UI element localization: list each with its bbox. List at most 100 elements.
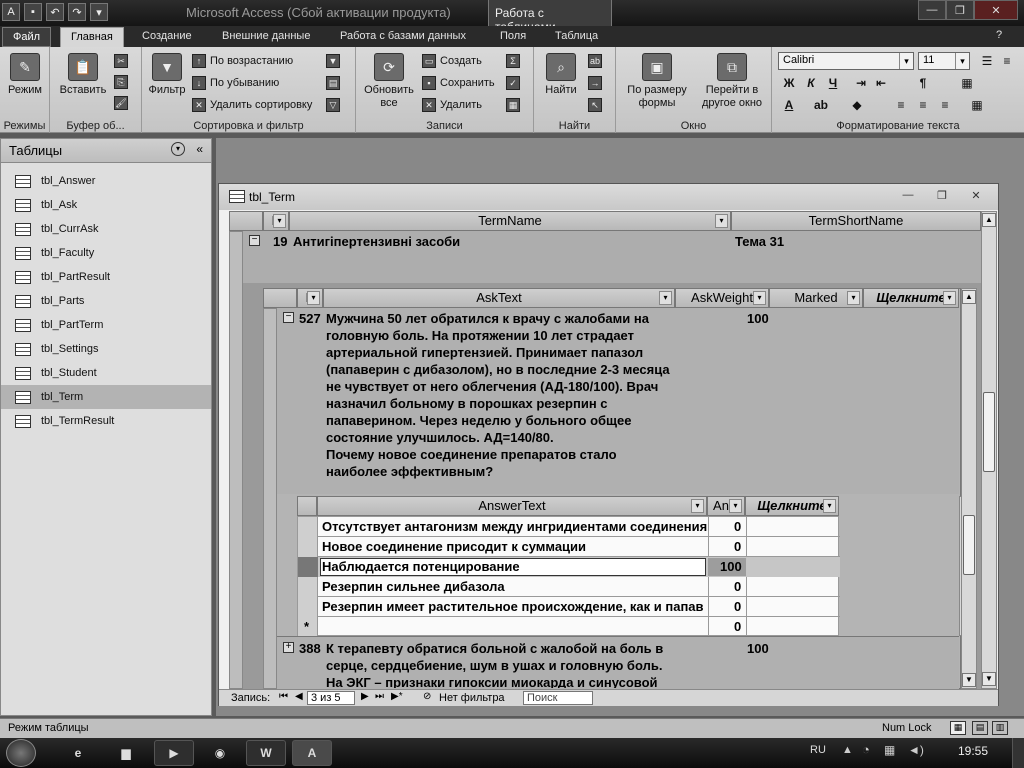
ie-icon[interactable]: e <box>58 740 98 766</box>
nav-item-tbl-partterm[interactable]: tbl_PartTerm <box>1 313 211 337</box>
sort-ascending-button[interactable]: ↑ По возрастанию <box>192 52 293 70</box>
new-record-value[interactable]: 0 <box>734 618 741 635</box>
italic-button[interactable]: К <box>802 74 820 92</box>
answer-value[interactable]: 0 <box>734 578 741 595</box>
new-record-button[interactable]: ▭ Создать <box>422 52 482 70</box>
select-all-corner[interactable] <box>229 211 263 231</box>
help-icon[interactable]: ? <box>990 27 1008 47</box>
term-short-name[interactable]: Тема 31 <box>735 233 784 250</box>
new-record-nav-icon[interactable]: ▶* <box>391 691 403 702</box>
font-color-icon[interactable]: A <box>780 96 798 114</box>
scroll-down-icon[interactable]: ▼ <box>962 673 976 687</box>
cut-button[interactable]: ✂ <box>114 52 128 70</box>
answer-value[interactable]: 0 <box>734 538 741 555</box>
sort-descending-button[interactable]: ↓ По убыванию <box>192 74 279 92</box>
search-input[interactable]: Поиск <box>523 691 593 705</box>
collapse-pane-icon[interactable]: « <box>196 142 203 156</box>
nav-item-tbl-parts[interactable]: tbl_Parts <box>1 289 211 313</box>
header-term-short-name[interactable]: TermShortName <box>731 211 981 231</box>
scroll-thumb[interactable] <box>983 392 995 472</box>
refresh-all-button[interactable]: ⟳ Обновить все <box>362 53 416 110</box>
tab-fields[interactable]: Поля <box>490 27 536 47</box>
tab-create[interactable]: Создание <box>132 27 202 47</box>
chevron-down-icon[interactable]: ▾ <box>171 142 185 156</box>
filter-button[interactable]: ▼ Фильтр <box>146 53 188 97</box>
ask-weight[interactable]: 100 <box>747 310 769 327</box>
filter-status[interactable]: Нет фильтра <box>439 692 505 704</box>
tray-clock-icon[interactable]: ◔ <box>862 742 870 757</box>
save-record-button[interactable]: ▪ Сохранить <box>422 74 495 92</box>
doc-close-icon[interactable]: ✕ <box>967 189 985 203</box>
access-taskbar-icon[interactable]: A <box>292 740 332 766</box>
paste-button[interactable]: 📋 Вставить <box>58 53 108 97</box>
header-answer-click[interactable]: Щелкните ▾ <box>745 496 839 516</box>
header-answer-an[interactable]: An ▾ <box>707 496 745 516</box>
nav-item-tbl-currask[interactable]: tbl_CurrAsk <box>1 217 211 241</box>
last-record-icon[interactable]: ⏭ <box>375 691 384 702</box>
nav-item-tbl-partresult[interactable]: tbl_PartResult <box>1 265 211 289</box>
minimize-icon[interactable]: — <box>918 0 946 20</box>
camera-icon[interactable]: ◉ <box>200 740 240 766</box>
collapse-minus-icon[interactable]: − <box>283 312 294 323</box>
fill-color-icon[interactable]: ◆ <box>848 96 866 114</box>
tray-expand-icon[interactable]: ▲ <box>842 744 853 756</box>
doc-minimize-icon[interactable]: — <box>899 189 917 203</box>
format-painter-button[interactable]: 🖌 <box>114 94 128 112</box>
switch-windows-button[interactable]: ⧉ Перейти в другое окно <box>696 53 768 110</box>
remove-sort-button[interactable]: ✕ Удалить сортировку <box>192 96 312 114</box>
header-answer-text[interactable]: AnswerText ▾ <box>317 496 707 516</box>
totals-button[interactable]: Σ <box>506 52 520 70</box>
nav-item-tbl-answer[interactable]: tbl_Answer <box>1 169 211 193</box>
highlight-icon[interactable]: ab <box>812 96 830 114</box>
replace-button[interactable]: ab <box>588 52 602 70</box>
ask-row-selector[interactable] <box>263 308 277 689</box>
align-center-icon[interactable]: ≡ <box>914 96 932 114</box>
scroll-up-icon[interactable]: ▲ <box>982 213 996 227</box>
font-name-combo[interactable]: Calibri ▾ <box>778 52 914 70</box>
answer-select-all[interactable] <box>297 496 317 516</box>
nav-item-tbl-termresult[interactable]: tbl_TermResult <box>1 409 211 433</box>
expand-plus-icon[interactable]: + <box>283 642 294 653</box>
fit-to-form-button[interactable]: ▣ По размеру формы <box>620 53 694 110</box>
nav-item-tbl-ask[interactable]: tbl_Ask <box>1 193 211 217</box>
delete-record-button[interactable]: ✕ Удалить <box>422 96 482 114</box>
clock-time[interactable]: 19:55 <box>958 744 988 758</box>
term-row-selector[interactable] <box>229 231 243 689</box>
pivot-chart-view-icon[interactable]: ▥ <box>992 721 1008 735</box>
answer-text[interactable]: Наблюдается потенцирование <box>322 558 520 575</box>
nav-pane-header[interactable]: Таблицы ▾ « <box>1 139 211 163</box>
record-position-input[interactable]: 3 из 5 <box>307 691 355 705</box>
close-icon[interactable]: ✕ <box>974 0 1018 20</box>
datasheet-view-icon[interactable]: ▦ <box>950 721 966 735</box>
select-button[interactable]: ↖ <box>588 96 602 114</box>
pivot-table-view-icon[interactable]: ▤ <box>972 721 988 735</box>
numbering-icon[interactable]: ≡ <box>998 52 1016 70</box>
underline-button[interactable]: Ч <box>824 74 842 92</box>
ask-text-cell[interactable]: К терапевту обратися больной с жалобой н… <box>326 640 676 688</box>
header-ask-weight[interactable]: AskWeight ▾ <box>675 288 769 308</box>
answer-value[interactable]: 0 <box>734 518 741 535</box>
explorer-folder-icon[interactable]: ▆ <box>106 740 146 766</box>
volume-icon[interactable]: ◄) <box>908 743 924 757</box>
answer-text[interactable]: Отсутствует антагонизм между ингридиента… <box>322 518 707 535</box>
gridlines-icon[interactable]: ▦ <box>958 74 976 92</box>
access-logo-icon[interactable]: A <box>2 3 20 21</box>
nav-item-tbl-term[interactable]: tbl_Term <box>1 385 211 409</box>
view-button[interactable]: ✎ Режим <box>6 53 44 97</box>
first-record-icon[interactable]: ⏮ <box>279 691 288 702</box>
bold-button[interactable]: Ж <box>780 74 798 92</box>
tab-home[interactable]: Главная <box>60 27 124 47</box>
header-ask-text[interactable]: AskText ▾ <box>323 288 675 308</box>
tab-table[interactable]: Таблица <box>545 27 608 47</box>
spelling-button[interactable]: ✓ <box>506 74 520 92</box>
indent-decrease-icon[interactable]: ⇤ <box>872 74 890 92</box>
toggle-filter-button[interactable]: ▽ <box>326 96 340 114</box>
more-records-button[interactable]: ▦ <box>506 96 520 114</box>
redo-icon[interactable]: ↷ <box>68 3 86 21</box>
answer-text[interactable]: Новое соединение присодит к суммации <box>322 538 586 555</box>
answer-value[interactable]: 100 <box>720 558 742 575</box>
align-left-icon[interactable]: ≡ <box>892 96 910 114</box>
ask-scrollbar[interactable]: ▲ ▼ <box>961 288 977 689</box>
nav-item-tbl-faculty[interactable]: tbl_Faculty <box>1 241 211 265</box>
show-desktop-button[interactable] <box>1012 738 1024 768</box>
